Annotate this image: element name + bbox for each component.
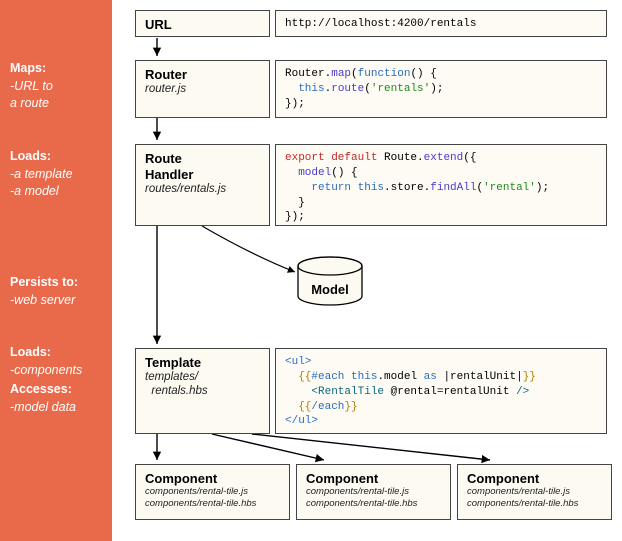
component-files-3: components/rental-tile.js components/ren… bbox=[467, 486, 602, 510]
template-label-box: Template templates/ rentals.hbs bbox=[135, 348, 270, 434]
template-label: Template bbox=[145, 355, 260, 370]
sidebar-loads1: Loads: -a template -a model bbox=[10, 148, 73, 201]
component-label-1: Component bbox=[145, 471, 280, 486]
component-box-3: Component components/rental-tile.js comp… bbox=[457, 464, 612, 520]
diagram-canvas: URL http://localhost:4200/rentals Router… bbox=[112, 0, 622, 541]
sidebar-loads1-title: Loads: bbox=[10, 148, 73, 166]
sidebar-persists-title: Persists to: bbox=[10, 274, 78, 292]
template-file: templates/ rentals.hbs bbox=[145, 370, 260, 399]
url-value-box: http://localhost:4200/rentals bbox=[275, 10, 607, 37]
template-code: <ul> {{#each this.model as |rentalUnit|}… bbox=[285, 355, 597, 429]
sidebar-maps-title: Maps: bbox=[10, 60, 53, 78]
url-label: URL bbox=[145, 17, 172, 32]
component-label-3: Component bbox=[467, 471, 602, 486]
sidebar: Maps: -URL to a route Loads: -a template… bbox=[0, 0, 112, 541]
sidebar-accesses-line-0: -model data bbox=[10, 399, 76, 417]
sidebar-loads1-line-0: -a template bbox=[10, 166, 73, 184]
url-value: http://localhost:4200/rentals bbox=[285, 17, 597, 32]
sidebar-loads2-line-0: -components bbox=[10, 362, 82, 380]
model-cylinder: Model bbox=[307, 282, 353, 297]
router-label-box: Router router.js bbox=[135, 60, 270, 118]
sidebar-maps: Maps: -URL to a route bbox=[10, 60, 53, 113]
sidebar-accesses: Accesses: -model data bbox=[10, 381, 76, 416]
router-file: router.js bbox=[145, 82, 260, 96]
router-code: Router.map(function() { this.route('rent… bbox=[285, 67, 597, 112]
template-code-box: <ul> {{#each this.model as |rentalUnit|}… bbox=[275, 348, 607, 434]
route-handler-label-box: RouteHandler routes/rentals.js bbox=[135, 144, 270, 226]
sidebar-persists-line-0: -web server bbox=[10, 292, 78, 310]
sidebar-accesses-title: Accesses: bbox=[10, 381, 76, 399]
sidebar-maps-line-1: a route bbox=[10, 95, 53, 113]
component-files-1: components/rental-tile.js components/ren… bbox=[145, 486, 280, 510]
sidebar-maps-line-0: -URL to bbox=[10, 78, 53, 96]
component-box-1: Component components/rental-tile.js comp… bbox=[135, 464, 290, 520]
model-label: Model bbox=[311, 282, 349, 297]
router-code-box: Router.map(function() { this.route('rent… bbox=[275, 60, 607, 118]
component-box-2: Component components/rental-tile.js comp… bbox=[296, 464, 451, 520]
sidebar-loads1-line-1: -a model bbox=[10, 183, 73, 201]
component-label-2: Component bbox=[306, 471, 441, 486]
route-handler-code: export default Route.extend({ model() { … bbox=[285, 151, 597, 225]
url-label-box: URL bbox=[135, 10, 270, 37]
sidebar-persists: Persists to: -web server bbox=[10, 274, 78, 309]
route-handler-file: routes/rentals.js bbox=[145, 182, 260, 196]
router-label: Router bbox=[145, 67, 260, 82]
sidebar-loads2-title: Loads: bbox=[10, 344, 82, 362]
component-files-2: components/rental-tile.js components/ren… bbox=[306, 486, 441, 510]
sidebar-loads2: Loads: -components bbox=[10, 344, 82, 379]
route-handler-code-box: export default Route.extend({ model() { … bbox=[275, 144, 607, 226]
route-handler-label: RouteHandler bbox=[145, 151, 260, 182]
